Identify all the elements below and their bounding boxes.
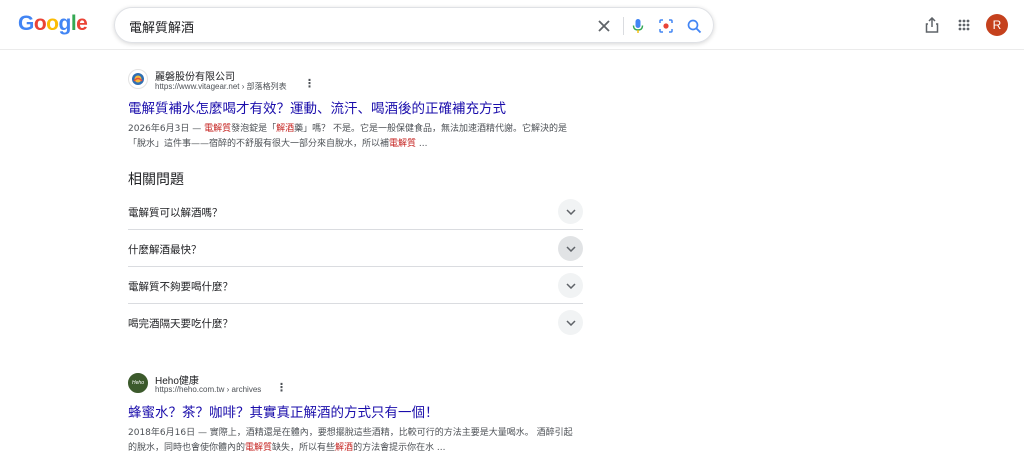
search-input[interactable]	[129, 16, 589, 36]
related-questions-list: 電解質可以解酒嗎？ 什麼解酒最快？ 電解質不夠要喝什麼？ 喝完酒隔天要吃什麼？	[128, 193, 583, 341]
related-question-text: 電解質不夠要喝什麼？	[128, 281, 233, 293]
vitagear-favicon-icon	[128, 69, 148, 89]
clear-icon[interactable]	[593, 15, 615, 37]
more-options-icon[interactable]: ⋮	[304, 78, 315, 92]
related-question-item[interactable]: 什麼解酒最快？	[128, 230, 583, 267]
related-question-text: 喝完酒隔天要吃什麼？	[128, 318, 233, 330]
chevron-down-icon[interactable]	[558, 199, 583, 224]
google-logo[interactable]: Google	[18, 12, 88, 36]
lens-icon[interactable]	[655, 15, 677, 37]
related-question-item[interactable]: 電解質可以解酒嗎？	[128, 193, 583, 230]
result-title-link[interactable]: 蜂蜜水？茶？咖啡？其實真正解酒的方式只有一個！	[128, 401, 598, 421]
search-icon[interactable]	[683, 15, 705, 37]
chevron-down-icon[interactable]	[558, 310, 583, 335]
result-site-row[interactable]: 麗磐股份有限公司 https://www.vitagear.net › 部落格列…	[128, 67, 598, 95]
search-result: Heho Heho健康 https://heho.com.tw › archiv…	[128, 371, 598, 456]
related-question-text: 電解質可以解酒嗎？	[128, 207, 223, 219]
related-question-text: 什麼解酒最快？	[128, 244, 202, 256]
result-url: https://heho.com.tw › archives	[155, 385, 262, 394]
chevron-down-icon[interactable]	[558, 236, 583, 261]
share-icon[interactable]	[921, 14, 943, 36]
result-title-link[interactable]: 電解質補水怎麼喝才有效？運動、流汗、喝酒後的正確補充方式	[128, 97, 598, 117]
related-question-item[interactable]: 電解質不夠要喝什麼？	[128, 267, 583, 304]
chevron-down-icon[interactable]	[558, 273, 583, 298]
apps-grid-icon[interactable]	[953, 14, 975, 36]
more-options-icon[interactable]: ⋮	[276, 382, 287, 396]
related-question-item[interactable]: 喝完酒隔天要吃什麼？	[128, 304, 583, 341]
result-site-row[interactable]: Heho Heho健康 https://heho.com.tw › archiv…	[128, 371, 598, 399]
result-snippet: 2018年6月16日 — 實際上，酒精還是在體內，要想擺脫這些酒精，比較可行的方…	[128, 428, 573, 453]
search-box	[114, 7, 714, 43]
top-bar: Google R	[0, 0, 1024, 50]
search-result: 麗磐股份有限公司 https://www.vitagear.net › 部落格列…	[128, 67, 598, 152]
search-divider	[623, 17, 624, 35]
avatar[interactable]: R	[986, 14, 1008, 36]
heho-favicon-icon: Heho	[128, 373, 148, 393]
related-questions-title: 相關問題	[128, 172, 184, 188]
result-url: https://www.vitagear.net › 部落格列表	[155, 82, 287, 91]
result-snippet: 2026年6月3日 — 電解質發泡錠是「解酒藥」嗎？ 不是。它是一般保健食品，無…	[128, 124, 568, 149]
mic-icon[interactable]	[627, 15, 649, 37]
